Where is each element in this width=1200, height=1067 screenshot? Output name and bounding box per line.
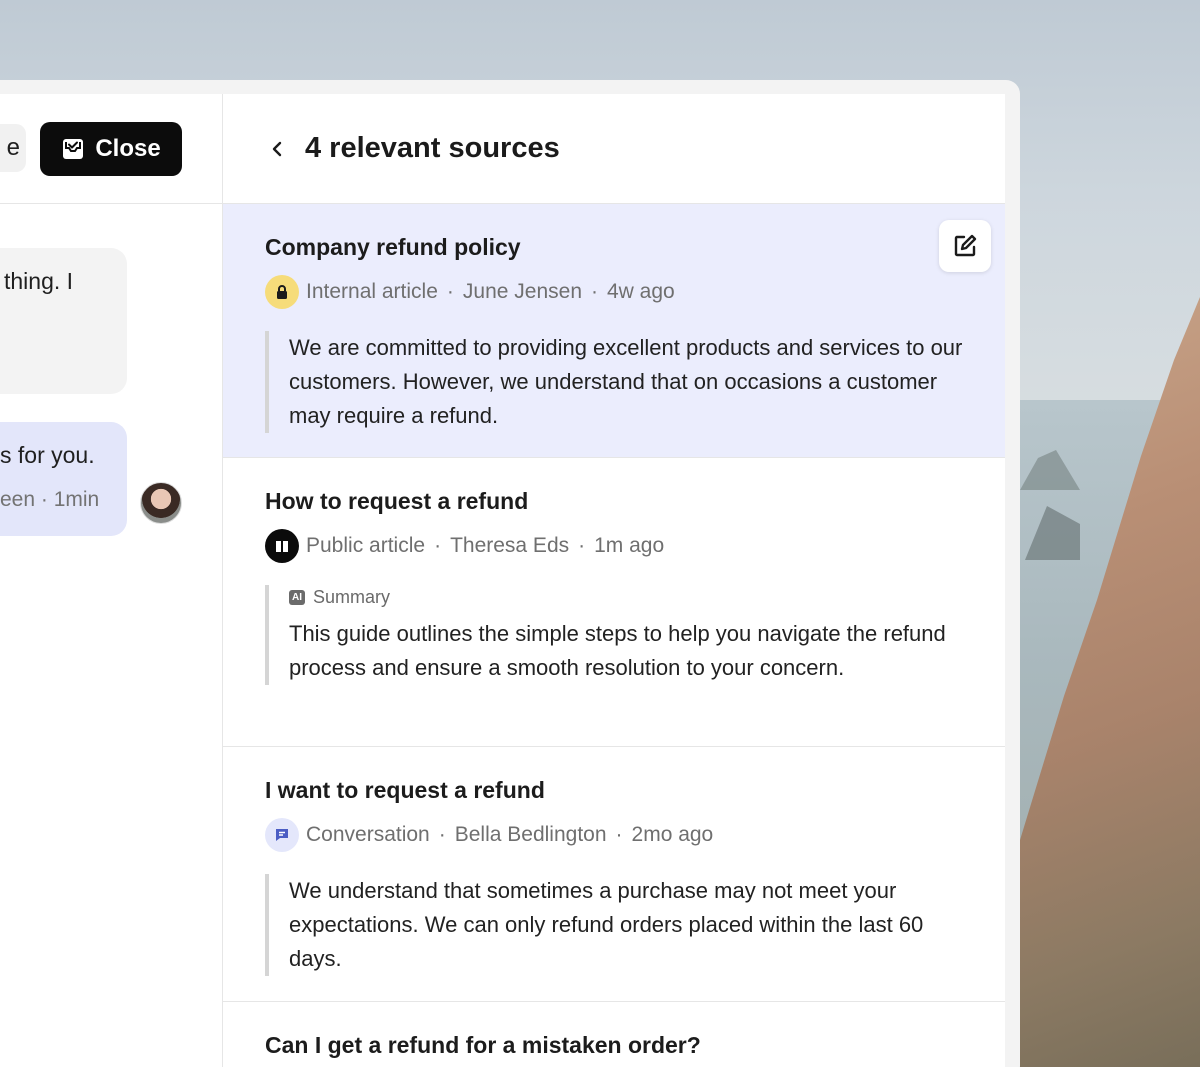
avatar xyxy=(140,482,182,524)
source-author: June Jensen xyxy=(462,280,582,303)
meta-separator: · xyxy=(434,534,442,557)
source-excerpt: This guide outlines the simple steps to … xyxy=(289,621,946,680)
source-age: 1m ago xyxy=(594,534,665,557)
source-item[interactable]: How to request a refund Public article ·… xyxy=(223,458,1005,747)
source-meta: Internal article · June Jensen · 4w ago xyxy=(265,275,965,309)
source-title: I want to request a refund xyxy=(265,777,545,803)
sources-pane: 4 relevant sources Company refund policy… xyxy=(222,94,1005,1067)
source-excerpt: We are committed to providing excellent … xyxy=(265,331,965,433)
source-title: How to request a refund xyxy=(265,488,529,514)
edit-button[interactable] xyxy=(939,220,991,272)
lock-icon xyxy=(265,275,299,309)
book-icon xyxy=(265,529,299,563)
sources-header: 4 relevant sources xyxy=(223,94,1005,204)
source-item[interactable]: Can I get a refund for a mistaken order? xyxy=(223,1002,1005,1067)
source-excerpt: We understand that sometimes a purchase … xyxy=(265,874,965,976)
chevron-left-icon[interactable] xyxy=(269,140,287,158)
source-excerpt-block: AI Summary This guide outlines the simpl… xyxy=(265,585,965,685)
source-meta: Public article · Theresa Eds · 1m ago xyxy=(265,529,965,563)
meta-separator: · xyxy=(615,823,623,846)
summary-label-row: AI Summary xyxy=(289,585,965,609)
source-author: Bella Bedlington xyxy=(454,823,607,846)
conversation-pane: e Close thing. I s for you. een · 1min xyxy=(0,94,222,1067)
source-item[interactable]: I want to request a refund Conversation … xyxy=(223,747,1005,1002)
meta-separator: · xyxy=(446,280,454,303)
close-button[interactable]: Close xyxy=(40,122,182,176)
source-type: Public article xyxy=(306,534,426,557)
close-button-label: Close xyxy=(95,135,161,162)
message-meta: een · 1min xyxy=(0,488,100,511)
message-bubble: s for you. een · 1min xyxy=(0,422,127,536)
partial-action-button[interactable]: e xyxy=(0,124,26,172)
source-type: Internal article xyxy=(306,280,438,303)
chat-icon xyxy=(265,818,299,852)
edit-icon xyxy=(954,234,977,257)
meta-separator: · xyxy=(438,823,446,846)
source-title: Can I get a refund for a mistaken order? xyxy=(265,1032,701,1058)
summary-label: Summary xyxy=(313,587,391,607)
source-item[interactable]: Company refund policy Internal article ·… xyxy=(223,204,1005,458)
source-age: 2mo ago xyxy=(631,823,714,846)
source-age: 4w ago xyxy=(607,280,675,303)
meta-separator: · xyxy=(578,534,586,557)
message-text: thing. I xyxy=(4,268,74,294)
page-title: 4 relevant sources xyxy=(305,132,560,164)
source-author: Theresa Eds xyxy=(450,534,570,557)
conversation-header: e Close xyxy=(0,94,222,204)
source-title: Company refund policy xyxy=(265,234,521,260)
message-bubble: thing. I xyxy=(0,248,127,394)
meta-separator: · xyxy=(591,280,598,303)
ai-icon: AI xyxy=(289,589,305,605)
source-meta: Conversation · Bella Bedlington · 2mo ag… xyxy=(265,818,965,852)
message-text: s for you. xyxy=(0,442,95,468)
inbox-check-icon xyxy=(63,139,84,159)
source-type: Conversation xyxy=(306,823,430,846)
